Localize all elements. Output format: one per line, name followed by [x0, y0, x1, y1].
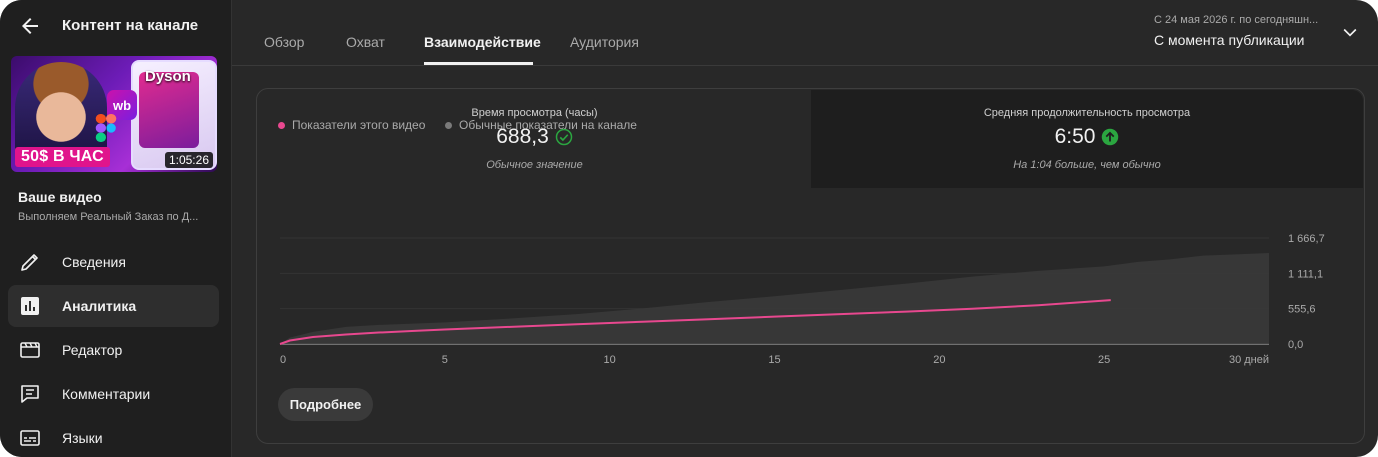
- y-tick-label: 555,6: [1288, 304, 1316, 316]
- y-tick-label: 0,0: [1288, 339, 1303, 351]
- y-tick-label: 1 666,7: [1288, 233, 1325, 245]
- x-tick-label: 0: [280, 354, 286, 366]
- analytics-window: Контент на канале Dyson wb 50$ В ЧАС 1:0…: [0, 0, 1378, 457]
- engagement-chart: 0 5 10 15 20 25 30 дней 1 666,7 1 111,1 555,6 0,0: [279, 233, 1325, 366]
- x-tick-label: 15: [768, 354, 780, 366]
- x-tick-label: 10: [604, 354, 616, 366]
- x-tick-label: 30 дней: [1229, 354, 1269, 366]
- x-tick-label: 20: [933, 354, 945, 366]
- x-tick-label: 5: [442, 354, 448, 366]
- y-tick-label: 1 111,1: [1288, 268, 1323, 280]
- more-details-button[interactable]: Подробнее: [278, 388, 373, 421]
- x-tick-label: 25: [1098, 354, 1110, 366]
